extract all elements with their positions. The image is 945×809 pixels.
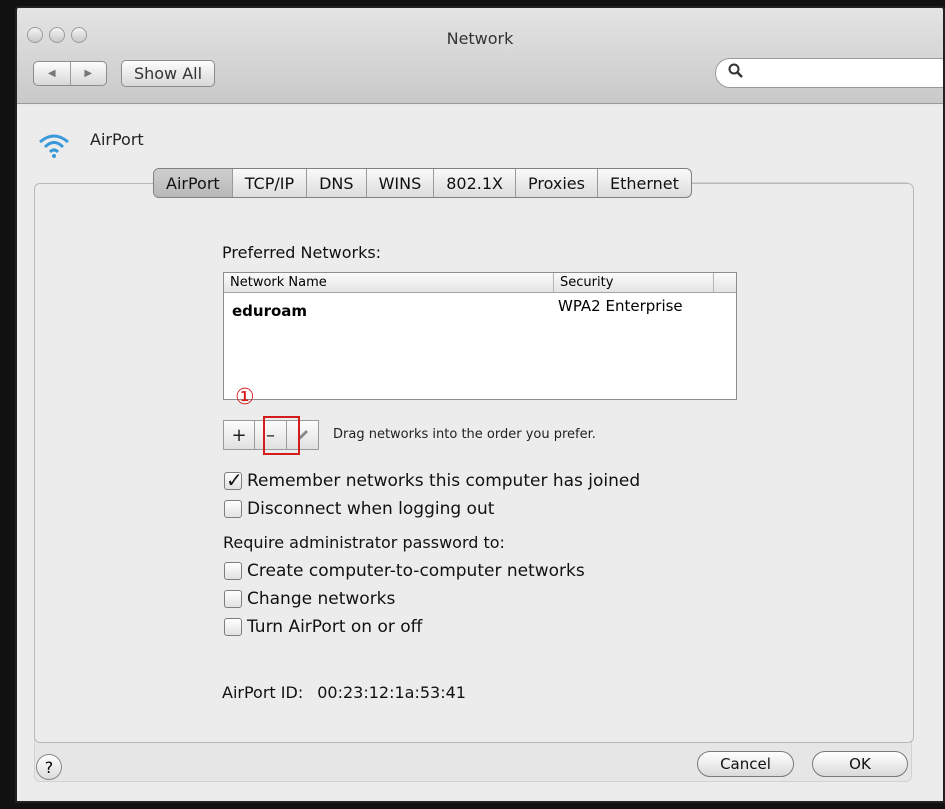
search-input[interactable] [715, 58, 943, 88]
preferred-networks-table[interactable]: Network Name Security eduroam WPA2 Enter… [223, 272, 737, 400]
checkbox-label: Turn AirPort on or off [247, 617, 423, 637]
add-network-button[interactable]: + [223, 420, 255, 450]
tab-ethernet[interactable]: Ethernet [598, 169, 691, 197]
require-password-label: Require administrator password to: [223, 533, 505, 552]
column-network-name[interactable]: Network Name [224, 273, 554, 292]
checkbox-label: Remember networks this computer has join… [247, 471, 641, 491]
search-icon [728, 63, 743, 78]
table-header: Network Name Security [224, 273, 736, 293]
checkbox-label: Disconnect when logging out [247, 499, 495, 519]
create-computer-networks-checkbox[interactable]: Create computer-to-computer networks [224, 561, 585, 581]
checkbox-label: Change networks [247, 589, 396, 609]
tab-bar: AirPort TCP/IP DNS WINS 802.1X Proxies E… [153, 168, 692, 198]
show-all-button[interactable]: Show All [121, 60, 215, 87]
remember-networks-checkbox[interactable]: Remember networks this computer has join… [224, 468, 641, 492]
forward-button[interactable]: ▶ [71, 62, 107, 85]
checkbox-box[interactable] [224, 500, 242, 518]
tab-8021x[interactable]: 802.1X [434, 169, 516, 197]
checkbox-label: Create computer-to-computer networks [247, 561, 585, 581]
tab-wins[interactable]: WINS [367, 169, 435, 197]
back-button[interactable]: ◀ [34, 62, 71, 85]
tab-proxies[interactable]: Proxies [516, 169, 598, 197]
window-title: Network [446, 29, 514, 48]
airport-id-value: 00:23:12:1a:53:41 [317, 683, 466, 702]
network-name-cell: eduroam [232, 302, 308, 320]
change-networks-checkbox[interactable]: Change networks [224, 589, 395, 609]
annotation-highlight [263, 416, 300, 455]
drag-hint-text: Drag networks into the order you prefer. [333, 427, 596, 442]
column-security[interactable]: Security [554, 273, 714, 292]
turn-airport-checkbox[interactable]: Turn AirPort on or off [224, 617, 422, 637]
checkbox-box[interactable] [224, 590, 242, 608]
security-cell: WPA2 Enterprise [558, 297, 683, 315]
help-icon: ? [44, 757, 54, 777]
tab-dns[interactable]: DNS [307, 169, 367, 197]
checkbox-box[interactable] [224, 468, 243, 492]
ok-button[interactable]: OK [812, 751, 908, 777]
titlebar: Network ◀ ▶ Show All [17, 8, 943, 104]
disconnect-logout-checkbox[interactable]: Disconnect when logging out [224, 499, 494, 519]
airport-id-label: AirPort ID: [222, 683, 304, 702]
preferred-networks-label: Preferred Networks: [222, 243, 382, 262]
cancel-button[interactable]: Cancel [697, 751, 794, 777]
table-row[interactable]: eduroam WPA2 Enterprise [224, 295, 736, 323]
wifi-icon [39, 134, 69, 158]
tab-airport[interactable]: AirPort [154, 169, 233, 197]
service-label: AirPort [90, 130, 144, 149]
airport-advanced-sheet [34, 183, 914, 743]
airport-id: AirPort ID: 00:23:12:1a:53:41 [222, 683, 466, 702]
checkbox-box[interactable] [224, 618, 242, 636]
help-button[interactable]: ? [36, 754, 62, 780]
annotation-marker: ① [235, 385, 255, 410]
back-forward-control: ◀ ▶ [33, 61, 107, 86]
tab-tcpip[interactable]: TCP/IP [233, 169, 308, 197]
checkbox-box[interactable] [224, 562, 242, 580]
